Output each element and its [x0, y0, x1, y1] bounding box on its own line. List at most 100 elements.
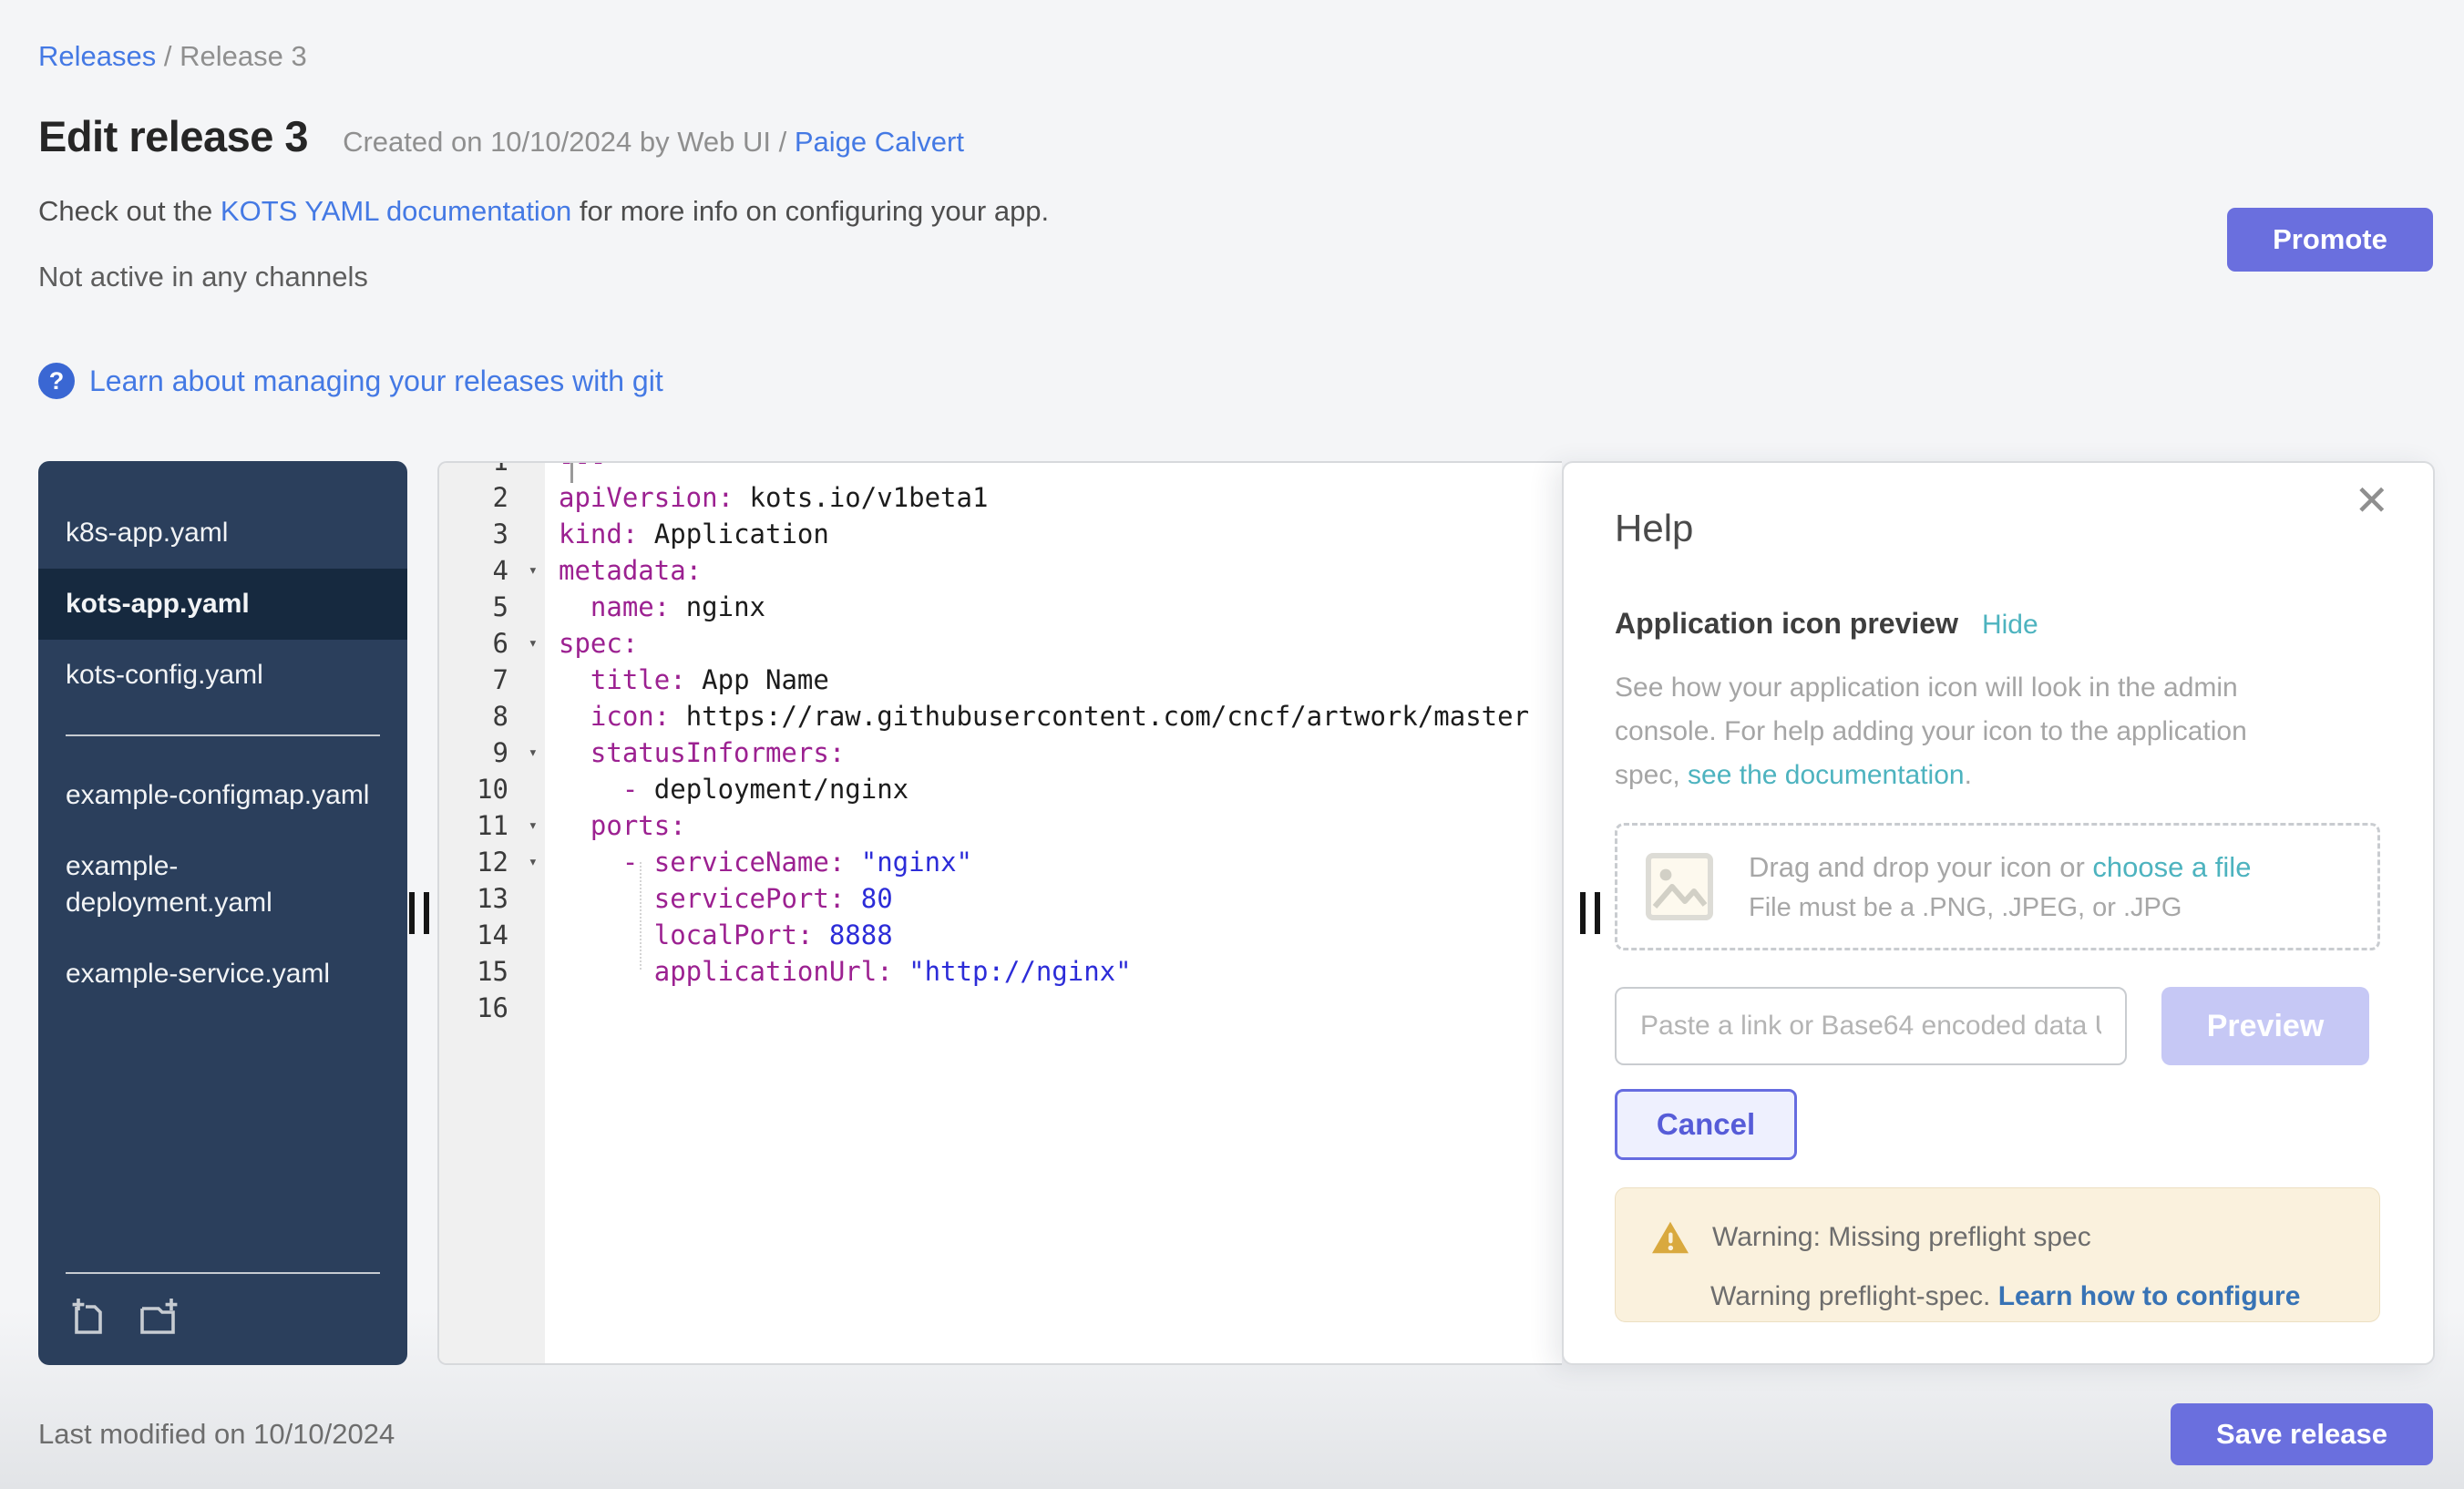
code-line[interactable]: 10 - deployment/nginx: [439, 771, 1562, 807]
code-line[interactable]: 7 title: App Name: [439, 662, 1562, 698]
line-number: 6▾: [439, 625, 545, 662]
pane-resize-handle-right[interactable]: [1580, 892, 1600, 934]
line-number: 2: [439, 479, 545, 516]
code-text: title: App Name: [545, 662, 1562, 698]
kots-yaml-docs-link[interactable]: KOTS YAML documentation: [221, 195, 571, 227]
code-line[interactable]: 6▾spec:: [439, 625, 1562, 662]
code-line[interactable]: 8 icon: https://raw.githubusercontent.co…: [439, 698, 1562, 734]
code-text: name: nginx: [545, 589, 1562, 625]
file-item[interactable]: kots-app.yaml: [38, 569, 407, 640]
dropzone-label: Drag and drop your icon or: [1749, 851, 2092, 883]
help-panel: ✕ Help Application icon preview Hide See…: [1562, 461, 2435, 1365]
line-number: 1: [439, 461, 545, 479]
git-help-row: ? Learn about managing your releases wit…: [38, 361, 2435, 401]
file-item[interactable]: kots-config.yaml: [38, 640, 407, 711]
code-line[interactable]: 2apiVersion: kots.io/v1beta1: [439, 479, 1562, 516]
page-title: Edit release 3: [38, 111, 308, 161]
line-number: 8: [439, 698, 545, 734]
code-line[interactable]: 3kind: Application: [439, 516, 1562, 552]
code-line[interactable]: 12▾ - serviceName: "nginx": [439, 844, 1562, 880]
git-releases-link[interactable]: Learn about managing your releases with …: [89, 365, 663, 398]
pane-resize-handle-left[interactable]: [409, 892, 429, 934]
created-text: Created on 10/10/2024 by Web UI /: [343, 126, 786, 158]
code-text: localPort: 8888: [545, 917, 1562, 953]
fold-arrow-icon[interactable]: ▾: [529, 625, 538, 662]
icon-url-row: Preview: [1615, 987, 2380, 1065]
last-modified-text: Last modified on 10/10/2024: [38, 1418, 395, 1451]
file-item[interactable]: example-deployment.yaml: [38, 831, 407, 939]
file-item[interactable]: example-configmap.yaml: [38, 760, 407, 831]
code-line[interactable]: 5 name: nginx: [439, 589, 1562, 625]
line-number: 11▾: [439, 807, 545, 844]
icon-preview-description: See how your application icon will look …: [1615, 666, 2289, 797]
new-folder-icon[interactable]: [137, 1294, 184, 1338]
code-text: icon: https://raw.githubusercontent.com/…: [545, 698, 1562, 734]
choose-file-link[interactable]: choose a file: [2092, 851, 2251, 883]
save-release-button[interactable]: Save release: [2171, 1403, 2433, 1465]
code-text: apiVersion: kots.io/v1beta1: [545, 479, 1562, 516]
warning-detail: Warning preflight-spec. Learn how to con…: [1650, 1281, 2345, 1312]
close-icon[interactable]: ✕: [2354, 476, 2389, 526]
created-by-link[interactable]: Paige Calvert: [795, 126, 964, 158]
preview-button[interactable]: Preview: [2161, 987, 2369, 1065]
main-area: k8s-app.yamlkots-app.yamlkots-config.yam…: [38, 461, 2435, 1365]
file-item[interactable]: k8s-app.yaml: [38, 498, 407, 569]
see-documentation-link[interactable]: see the documentation: [1688, 760, 1965, 790]
learn-how-to-configure-link[interactable]: Learn how to configure: [1998, 1281, 2301, 1311]
code-line[interactable]: 15 applicationUrl: "http://nginx": [439, 953, 1562, 990]
line-number: 5: [439, 589, 545, 625]
icon-preview-title: Application icon preview: [1615, 607, 1958, 641]
line-number: 4▾: [439, 552, 545, 589]
code-text: [545, 990, 1562, 1026]
code-line[interactable]: 13 servicePort: 80: [439, 880, 1562, 917]
docs-hint-pre: Check out the: [38, 195, 221, 227]
footer: Last modified on 10/10/2024 Save release: [38, 1403, 2435, 1465]
code-lines: 1---2apiVersion: kots.io/v1beta13kind: A…: [439, 461, 1562, 1026]
warning-box: Warning: Missing preflight spec Warning …: [1615, 1187, 2380, 1322]
fold-arrow-icon[interactable]: ▾: [529, 552, 538, 589]
breadcrumb-releases-link[interactable]: Releases: [38, 40, 156, 72]
title-row: Edit release 3 Created on 10/10/2024 by …: [38, 111, 2435, 162]
breadcrumb: Releases / Release 3: [38, 0, 2435, 73]
code-line[interactable]: 1---: [439, 461, 1562, 479]
icon-url-input[interactable]: [1615, 987, 2127, 1065]
help-panel-title: Help: [1615, 507, 2380, 550]
warning-icon: [1650, 1219, 1690, 1256]
code-text: - deployment/nginx: [545, 771, 1562, 807]
question-icon: ?: [38, 363, 75, 399]
breadcrumb-separator: /: [164, 40, 180, 72]
code-text: ---: [545, 461, 1562, 479]
code-text: applicationUrl: "http://nginx": [545, 953, 1562, 990]
code-text: - serviceName: "nginx": [545, 844, 1562, 880]
line-number: 13: [439, 880, 545, 917]
cancel-button[interactable]: Cancel: [1615, 1089, 1797, 1160]
code-text: servicePort: 80: [545, 880, 1562, 917]
code-text: spec:: [545, 625, 1562, 662]
code-line[interactable]: 11▾ ports:: [439, 807, 1562, 844]
code-line[interactable]: 4▾metadata:: [439, 552, 1562, 589]
page: Releases / Release 3 Edit release 3 Crea…: [0, 0, 2464, 1489]
new-file-icon[interactable]: [66, 1294, 109, 1338]
fold-arrow-icon[interactable]: ▾: [529, 807, 538, 844]
fold-arrow-icon[interactable]: ▾: [529, 734, 538, 771]
code-line[interactable]: 14 localPort: 8888: [439, 917, 1562, 953]
line-number: 10: [439, 771, 545, 807]
code-line[interactable]: 16: [439, 990, 1562, 1026]
promote-button[interactable]: Promote: [2227, 208, 2433, 272]
code-line[interactable]: 9▾ statusInformers:: [439, 734, 1562, 771]
line-number: 15: [439, 953, 545, 990]
file-item[interactable]: example-service.yaml: [38, 939, 407, 1010]
code-text: kind: Application: [545, 516, 1562, 552]
dropzone-filetypes: File must be a .PNG, .JPEG, or .JPG: [1749, 893, 2251, 923]
channel-status: Not active in any channels: [38, 261, 2435, 297]
fold-arrow-icon[interactable]: ▾: [529, 844, 538, 880]
hide-link[interactable]: Hide: [1982, 610, 2038, 641]
file-sidebar: k8s-app.yamlkots-app.yamlkots-config.yam…: [38, 461, 407, 1365]
icon-dropzone[interactable]: Drag and drop your icon or choose a file…: [1615, 823, 2380, 950]
icon-preview-section-header: Application icon preview Hide: [1615, 607, 2380, 641]
sidebar-actions: [38, 1274, 407, 1338]
line-number: 16: [439, 990, 545, 1026]
sidebar-spacer: [38, 1010, 407, 1248]
example-file-list: example-configmap.yamlexample-deployment…: [38, 760, 407, 1010]
yaml-editor[interactable]: 1---2apiVersion: kots.io/v1beta13kind: A…: [437, 461, 1562, 1365]
